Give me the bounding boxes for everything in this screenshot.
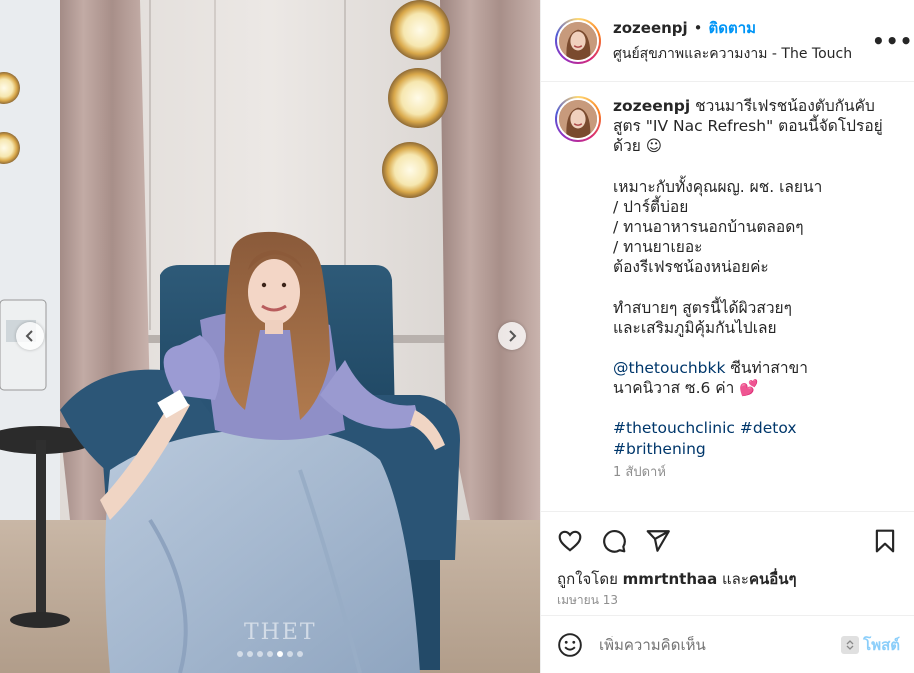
hashtag-link[interactable]: #thetouchclinic <box>613 419 735 437</box>
post-date[interactable]: เมษายน 13 <box>541 589 914 615</box>
caption-line: ต้องรีเฟรชน้องหน่อยค่ะ <box>613 258 769 277</box>
bookmark-icon <box>875 529 895 552</box>
likes-mid: และ <box>717 570 749 588</box>
action-bar <box>541 511 914 569</box>
post-media[interactable]: THET <box>0 0 540 673</box>
caption-line: เหมาะกับทั้งคุณผญ. ผช. เลยนา <box>613 177 823 196</box>
chevron-left-icon <box>25 330 33 342</box>
post-location[interactable]: ศูนย์สุขภาพและความงาม - The Touch <box>613 43 872 65</box>
caption-author-avatar[interactable] <box>555 96 601 142</box>
carousel-dot <box>257 651 263 657</box>
hashtag-link[interactable]: #detox <box>740 419 797 437</box>
header-separator: • <box>693 19 703 37</box>
likes-summary: ถูกใจโดย mmrtnthaa และคนอื่นๆ <box>541 569 914 589</box>
photo-watermark: THET <box>244 620 317 645</box>
caption-line: ซีนท่าสาขา <box>725 359 808 378</box>
caption-line: และเสริมภูมิคุ้มกันไปเลย <box>613 318 777 337</box>
liker-username[interactable]: mmrtnthaa <box>623 570 718 588</box>
carousel-dot <box>247 651 253 657</box>
emoji-button[interactable] <box>555 630 585 660</box>
post-side-panel: zozeenpj • ติดตาม ศูนย์สุขภาพและความงาม … <box>540 0 914 673</box>
comment-icon <box>603 529 626 553</box>
avatar-image <box>559 21 597 60</box>
post-photo <box>0 0 540 673</box>
chevron-right-icon <box>509 330 517 342</box>
hashtags: #thetouchclinic #detox #brithening <box>613 418 898 458</box>
save-button[interactable] <box>870 526 900 556</box>
likes-others-link[interactable]: คนอื่นๆ <box>749 570 797 588</box>
author-username[interactable]: zozeenpj <box>613 19 688 37</box>
comment-input[interactable] <box>599 635 842 654</box>
caption-username[interactable]: zozeenpj <box>613 97 690 115</box>
share-button[interactable] <box>643 526 673 556</box>
carousel-next-button[interactable] <box>498 322 526 350</box>
caption-line: ทำสบายๆ สูตรนี้ได้ผิวสวยๆ <box>613 298 792 317</box>
mention-link[interactable]: @thetouchbkk <box>613 359 725 377</box>
author-avatar[interactable] <box>555 17 601 64</box>
post-header: zozeenpj • ติดตาม ศูนย์สุขภาพและความงาม … <box>541 0 914 82</box>
caption-para-4: @thetouchbkk ซีนท่าสาขา นาคนิวาส ซ.6 ค่า… <box>613 358 898 398</box>
carousel-dot <box>297 651 303 657</box>
emoji-icon <box>558 632 582 657</box>
caption-line: / ปาร์ตี้บ่อย <box>613 197 689 216</box>
heart-icon <box>558 530 582 552</box>
caption-timestamp[interactable]: 1 สัปดาห์ <box>613 463 898 483</box>
instagram-post: THET zozeenpj • ติดตาม ศูนย์สุขภาพและควา… <box>0 0 914 673</box>
caption-para-2: เหมาะกับทั้งคุณผญ. ผช. เลยนา / ปาร์ตี้บ่… <box>613 177 898 278</box>
comment-bar: โพสต์ <box>541 615 914 673</box>
caption-line: / ทานอาหารนอกบ้านตลอดๆ <box>613 218 804 237</box>
like-button[interactable] <box>555 526 585 556</box>
post-comment-button[interactable]: โพสต์ <box>863 633 900 657</box>
carousel-dot <box>277 651 283 657</box>
carousel-indicator <box>0 651 540 657</box>
caption-text: zozeenpj ชวนมารีเฟรชน้องตับกันคับ สูตร "… <box>613 96 898 511</box>
carousel-prev-button[interactable] <box>16 322 44 350</box>
caption-para-3: ทำสบายๆ สูตรนี้ได้ผิวสวยๆ และเสริมภูมิคุ… <box>613 298 898 338</box>
avatar-image <box>559 100 597 138</box>
caption-area: zozeenpj ชวนมารีเฟรชน้องตับกันคับ สูตร "… <box>541 82 914 511</box>
send-icon <box>646 529 670 552</box>
carousel-dot <box>237 651 243 657</box>
likes-prefix: ถูกใจโดย <box>557 570 623 588</box>
hashtag-link[interactable]: #brithening <box>613 440 706 458</box>
caption-line: นาคนิวาส ซ.6 ค่า 💕 <box>613 379 759 398</box>
follow-button[interactable]: ติดตาม <box>709 16 757 40</box>
carousel-dot <box>287 651 293 657</box>
grammarly-icon[interactable] <box>841 635 860 654</box>
more-options-button[interactable]: ••• <box>872 29 912 53</box>
comment-button[interactable] <box>599 526 629 556</box>
caption-line: / ทานยาเยอะ <box>613 238 703 257</box>
carousel-dot <box>267 651 273 657</box>
